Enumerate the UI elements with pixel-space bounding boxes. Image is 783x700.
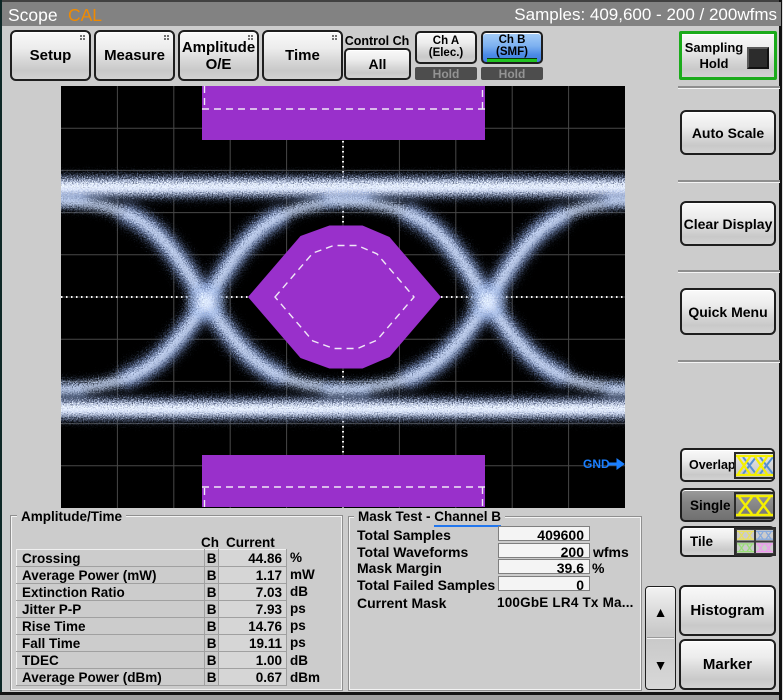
svg-text:GND: GND [583,457,610,471]
